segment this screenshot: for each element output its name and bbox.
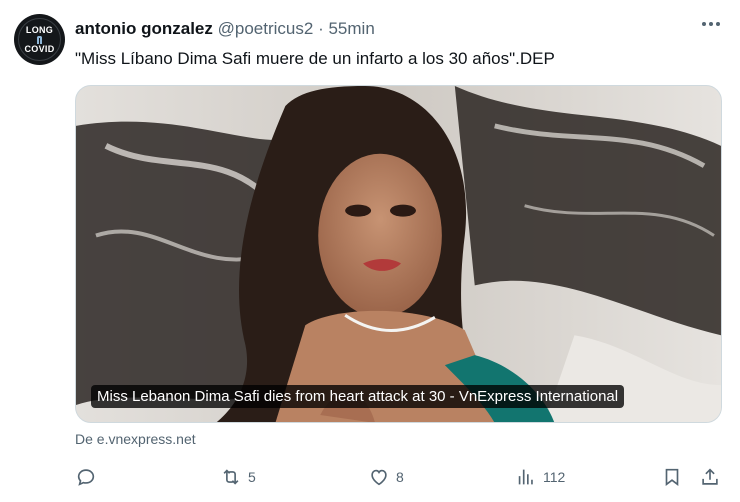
reply-button[interactable]: [75, 462, 103, 492]
like-count: 8: [396, 469, 404, 485]
author-name[interactable]: antonio gonzalez: [75, 19, 213, 38]
avatar-badge: LONG COVID: [24, 24, 55, 54]
ribbon-icon: [36, 35, 42, 44]
views-count: 112: [543, 469, 566, 485]
more-dot: [716, 22, 720, 26]
timestamp[interactable]: 55min: [328, 19, 374, 38]
tweet-header: antonio gonzalez @poetricus2 · 55min: [75, 18, 680, 40]
more-icon[interactable]: [702, 22, 720, 26]
views-button[interactable]: 112: [515, 462, 565, 492]
card-source[interactable]: De e.vnexpress.net: [75, 431, 196, 447]
share-button[interactable]: [699, 462, 721, 492]
avatar-text-line1: LONG: [25, 24, 54, 35]
author-handle[interactable]: @poetricus2: [218, 19, 314, 38]
heart-icon: [371, 469, 387, 486]
card-caption: Miss Lebanon Dima Safi dies from heart a…: [91, 385, 625, 408]
avatar[interactable]: LONG COVID: [14, 14, 65, 65]
like-button[interactable]: 8: [368, 462, 404, 492]
tweet-text: "Miss Líbano Dima Safi muere de un infar…: [75, 49, 555, 68]
action-bar: 5 8 112: [75, 462, 725, 492]
more-dot: [702, 22, 706, 26]
bookmark-button[interactable]: [661, 462, 683, 492]
separator-dot: ·: [318, 19, 324, 38]
retweet-icon: [223, 469, 239, 485]
views-icon: [518, 469, 533, 485]
card-image: [76, 86, 721, 422]
retweet-count: 5: [248, 469, 256, 485]
more-dot: [709, 22, 713, 26]
link-card[interactable]: Miss Lebanon Dima Safi dies from heart a…: [75, 85, 722, 423]
retweet-button[interactable]: 5: [220, 462, 256, 492]
avatar-text-line2: COVID: [24, 43, 55, 54]
share-icon: [702, 468, 718, 485]
reply-icon: [77, 469, 95, 486]
bookmark-icon: [665, 468, 679, 486]
